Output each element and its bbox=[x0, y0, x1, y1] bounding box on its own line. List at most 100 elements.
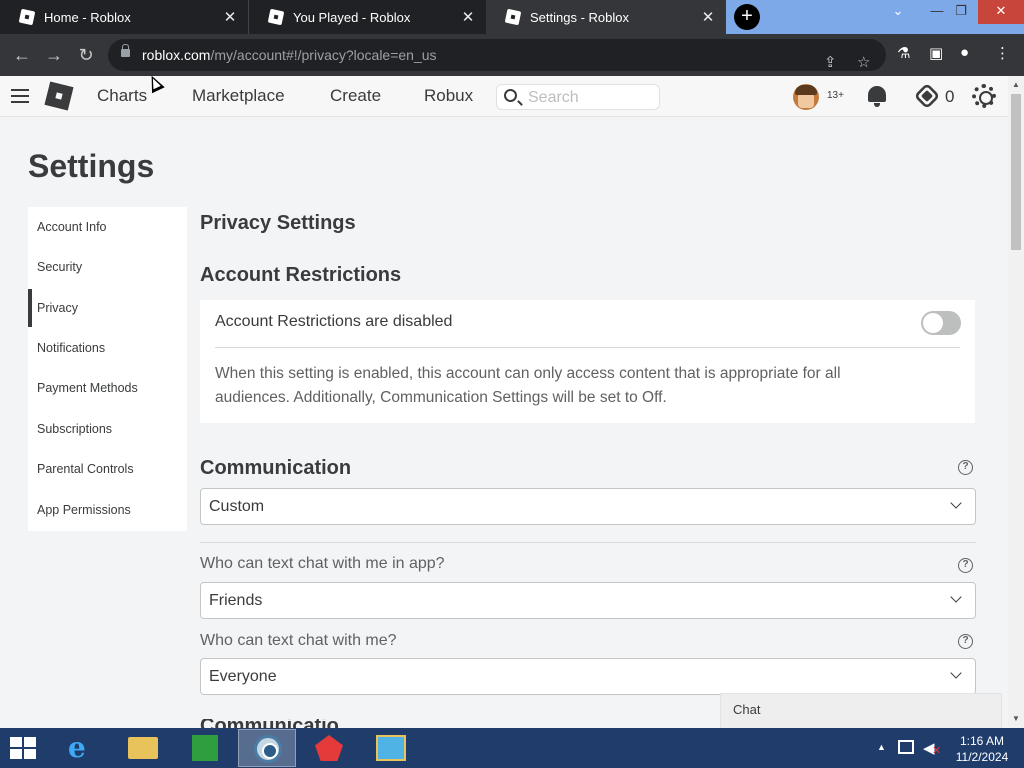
age-badge: 13+ bbox=[827, 90, 844, 101]
app-chat-help-icon[interactable]: ? bbox=[958, 558, 973, 573]
taskbar-clock[interactable]: 1:16 AM 11/2/2024 bbox=[950, 733, 1014, 765]
clock-date: 11/2/2024 bbox=[955, 750, 1009, 764]
chrome-icon bbox=[254, 735, 282, 763]
nav-robux[interactable]: Robux bbox=[424, 86, 473, 106]
communication-select[interactable]: Custom bbox=[200, 488, 976, 525]
communication-help-icon[interactable]: ? bbox=[958, 460, 973, 475]
tab-title: You Played - Roblox bbox=[293, 9, 411, 25]
forward-arrow-icon[interactable]: → bbox=[38, 39, 70, 71]
app-chat-select[interactable]: Friends bbox=[200, 582, 976, 619]
page-title: Settings bbox=[28, 148, 155, 184]
tab-you-played[interactable]: You Played - Roblox ✕ bbox=[248, 0, 486, 34]
search-input[interactable]: Search bbox=[496, 84, 660, 110]
folder-icon bbox=[128, 737, 158, 759]
text-chat-select[interactable]: Everyone bbox=[200, 658, 976, 695]
tray-expand-icon[interactable]: ▲ bbox=[877, 742, 886, 752]
account-restrictions-description: When this setting is enabled, this accou… bbox=[215, 365, 841, 406]
lock-icon[interactable] bbox=[121, 44, 130, 57]
share-icon[interactable]: ⇪ bbox=[824, 47, 837, 79]
tab-title: Settings - Roblox bbox=[530, 9, 629, 25]
divider bbox=[215, 347, 960, 348]
chevron-down-icon bbox=[950, 667, 962, 679]
roblox-favicon-icon bbox=[504, 8, 522, 26]
account-restrictions-card: Account Restrictions are disabled When t… bbox=[200, 300, 975, 423]
sidenav-app-permissions[interactable]: App Permissions bbox=[28, 491, 187, 529]
windows-start-icon[interactable] bbox=[10, 737, 38, 761]
sidenav-account-info[interactable]: Account Info bbox=[28, 208, 187, 246]
account-restrictions-heading: Account Restrictions bbox=[200, 264, 402, 286]
profile-icon[interactable]: ● bbox=[960, 44, 969, 61]
close-tab-icon[interactable]: ✕ bbox=[460, 8, 476, 26]
taskbar-roblox-studio[interactable] bbox=[300, 729, 358, 767]
taskbar-file-explorer[interactable] bbox=[114, 729, 172, 767]
taskbar-control-panel[interactable] bbox=[362, 729, 420, 767]
nav-marketplace[interactable]: Marketplace bbox=[192, 86, 285, 106]
chat-bar[interactable]: Chat bbox=[720, 693, 1002, 729]
url-host: roblox.com bbox=[142, 47, 211, 63]
tab-search-chevron-icon[interactable]: ⌄ bbox=[883, 0, 913, 24]
store-icon bbox=[192, 735, 218, 761]
taskbar-store[interactable] bbox=[176, 729, 234, 767]
communication-heading: Communication bbox=[200, 457, 352, 479]
robux-balance[interactable]: 0 bbox=[945, 87, 954, 107]
sidenav-privacy[interactable]: Privacy bbox=[28, 289, 187, 327]
tab-home[interactable]: Home - Roblox ✕ bbox=[0, 0, 248, 34]
close-tab-icon[interactable]: ✕ bbox=[700, 8, 716, 26]
taskbar-chrome[interactable] bbox=[238, 729, 296, 767]
toggle-knob bbox=[923, 313, 943, 333]
gear-icon[interactable] bbox=[972, 84, 996, 108]
chevron-down-icon bbox=[950, 591, 962, 603]
address-bar[interactable]: roblox.com/my/account#!/privacy?locale=e… bbox=[108, 39, 886, 71]
communication-value: Custom bbox=[209, 498, 265, 515]
close-tab-icon[interactable]: ✕ bbox=[222, 8, 238, 26]
search-icon bbox=[504, 89, 517, 102]
clock-time: 1:16 AM bbox=[959, 734, 1005, 748]
nav-charts[interactable]: Charts bbox=[97, 86, 147, 106]
tab-title: Home - Roblox bbox=[44, 9, 131, 25]
nav-create[interactable]: Create bbox=[330, 86, 381, 106]
page-scrollbar[interactable]: ▲ ▼ bbox=[1008, 76, 1024, 728]
sidenav-parental-controls[interactable]: Parental Controls bbox=[28, 450, 187, 488]
browser-menu-icon[interactable]: ⋮ bbox=[995, 44, 1010, 62]
roblox-logo-icon[interactable] bbox=[44, 81, 74, 111]
tab-settings[interactable]: Settings - Roblox ✕ bbox=[486, 0, 726, 34]
back-arrow-icon[interactable]: ← bbox=[6, 39, 38, 71]
divider bbox=[200, 542, 976, 543]
internet-explorer-icon: e bbox=[68, 731, 86, 764]
notifications-bell-icon[interactable] bbox=[868, 86, 886, 107]
taskbar-internet-explorer[interactable]: e bbox=[52, 729, 110, 767]
url-path: /my/account#!/privacy?locale=en_us bbox=[210, 47, 437, 63]
roblox-favicon-icon bbox=[267, 8, 285, 26]
roblox-studio-icon bbox=[315, 735, 343, 761]
window-close-button[interactable]: ✕ bbox=[978, 0, 1024, 24]
text-chat-help-icon[interactable]: ? bbox=[958, 634, 973, 649]
extension-icon[interactable]: ⚗ bbox=[897, 44, 910, 62]
scrollbar-thumb[interactable] bbox=[1011, 94, 1021, 250]
reload-icon[interactable]: ↻ bbox=[70, 39, 102, 71]
sidenav-payment-methods[interactable]: Payment Methods bbox=[28, 369, 187, 407]
network-icon[interactable] bbox=[898, 740, 914, 754]
robux-icon[interactable] bbox=[913, 82, 941, 110]
control-panel-icon bbox=[376, 735, 406, 761]
bookmark-star-icon[interactable]: ☆ bbox=[857, 47, 870, 79]
text-chat-question: Who can text chat with me? bbox=[200, 632, 397, 649]
roblox-favicon-icon bbox=[18, 8, 36, 26]
chevron-down-icon bbox=[950, 497, 962, 509]
windows-taskbar: e ▲ ◀ ✕ 1:16 AM 11/2/2024 bbox=[0, 728, 1024, 768]
sidenav-security[interactable]: Security bbox=[28, 248, 187, 286]
sidenav-notifications[interactable]: Notifications bbox=[28, 329, 187, 367]
avatar[interactable] bbox=[793, 84, 819, 110]
hamburger-menu-icon[interactable] bbox=[11, 89, 29, 103]
scroll-up-icon[interactable]: ▲ bbox=[1012, 80, 1020, 89]
next-section-heading-text: Communication bbox=[200, 719, 340, 728]
browser-toolbar: ← → ↻ roblox.com/my/account#!/privacy?lo… bbox=[0, 34, 1024, 76]
side-panel-icon[interactable]: ▣ bbox=[929, 44, 943, 62]
volume-muted-icon[interactable]: ◀ ✕ bbox=[923, 739, 941, 757]
scroll-down-icon[interactable]: ▼ bbox=[1012, 714, 1020, 723]
restore-button[interactable]: ❐ bbox=[946, 0, 976, 24]
app-chat-value: Friends bbox=[209, 592, 263, 609]
sidenav-subscriptions[interactable]: Subscriptions bbox=[28, 410, 187, 448]
new-tab-button[interactable]: + bbox=[734, 4, 760, 30]
browser-tab-strip: Home - Roblox ✕ You Played - Roblox ✕ Se… bbox=[0, 0, 1024, 34]
account-restrictions-toggle[interactable] bbox=[921, 311, 961, 335]
